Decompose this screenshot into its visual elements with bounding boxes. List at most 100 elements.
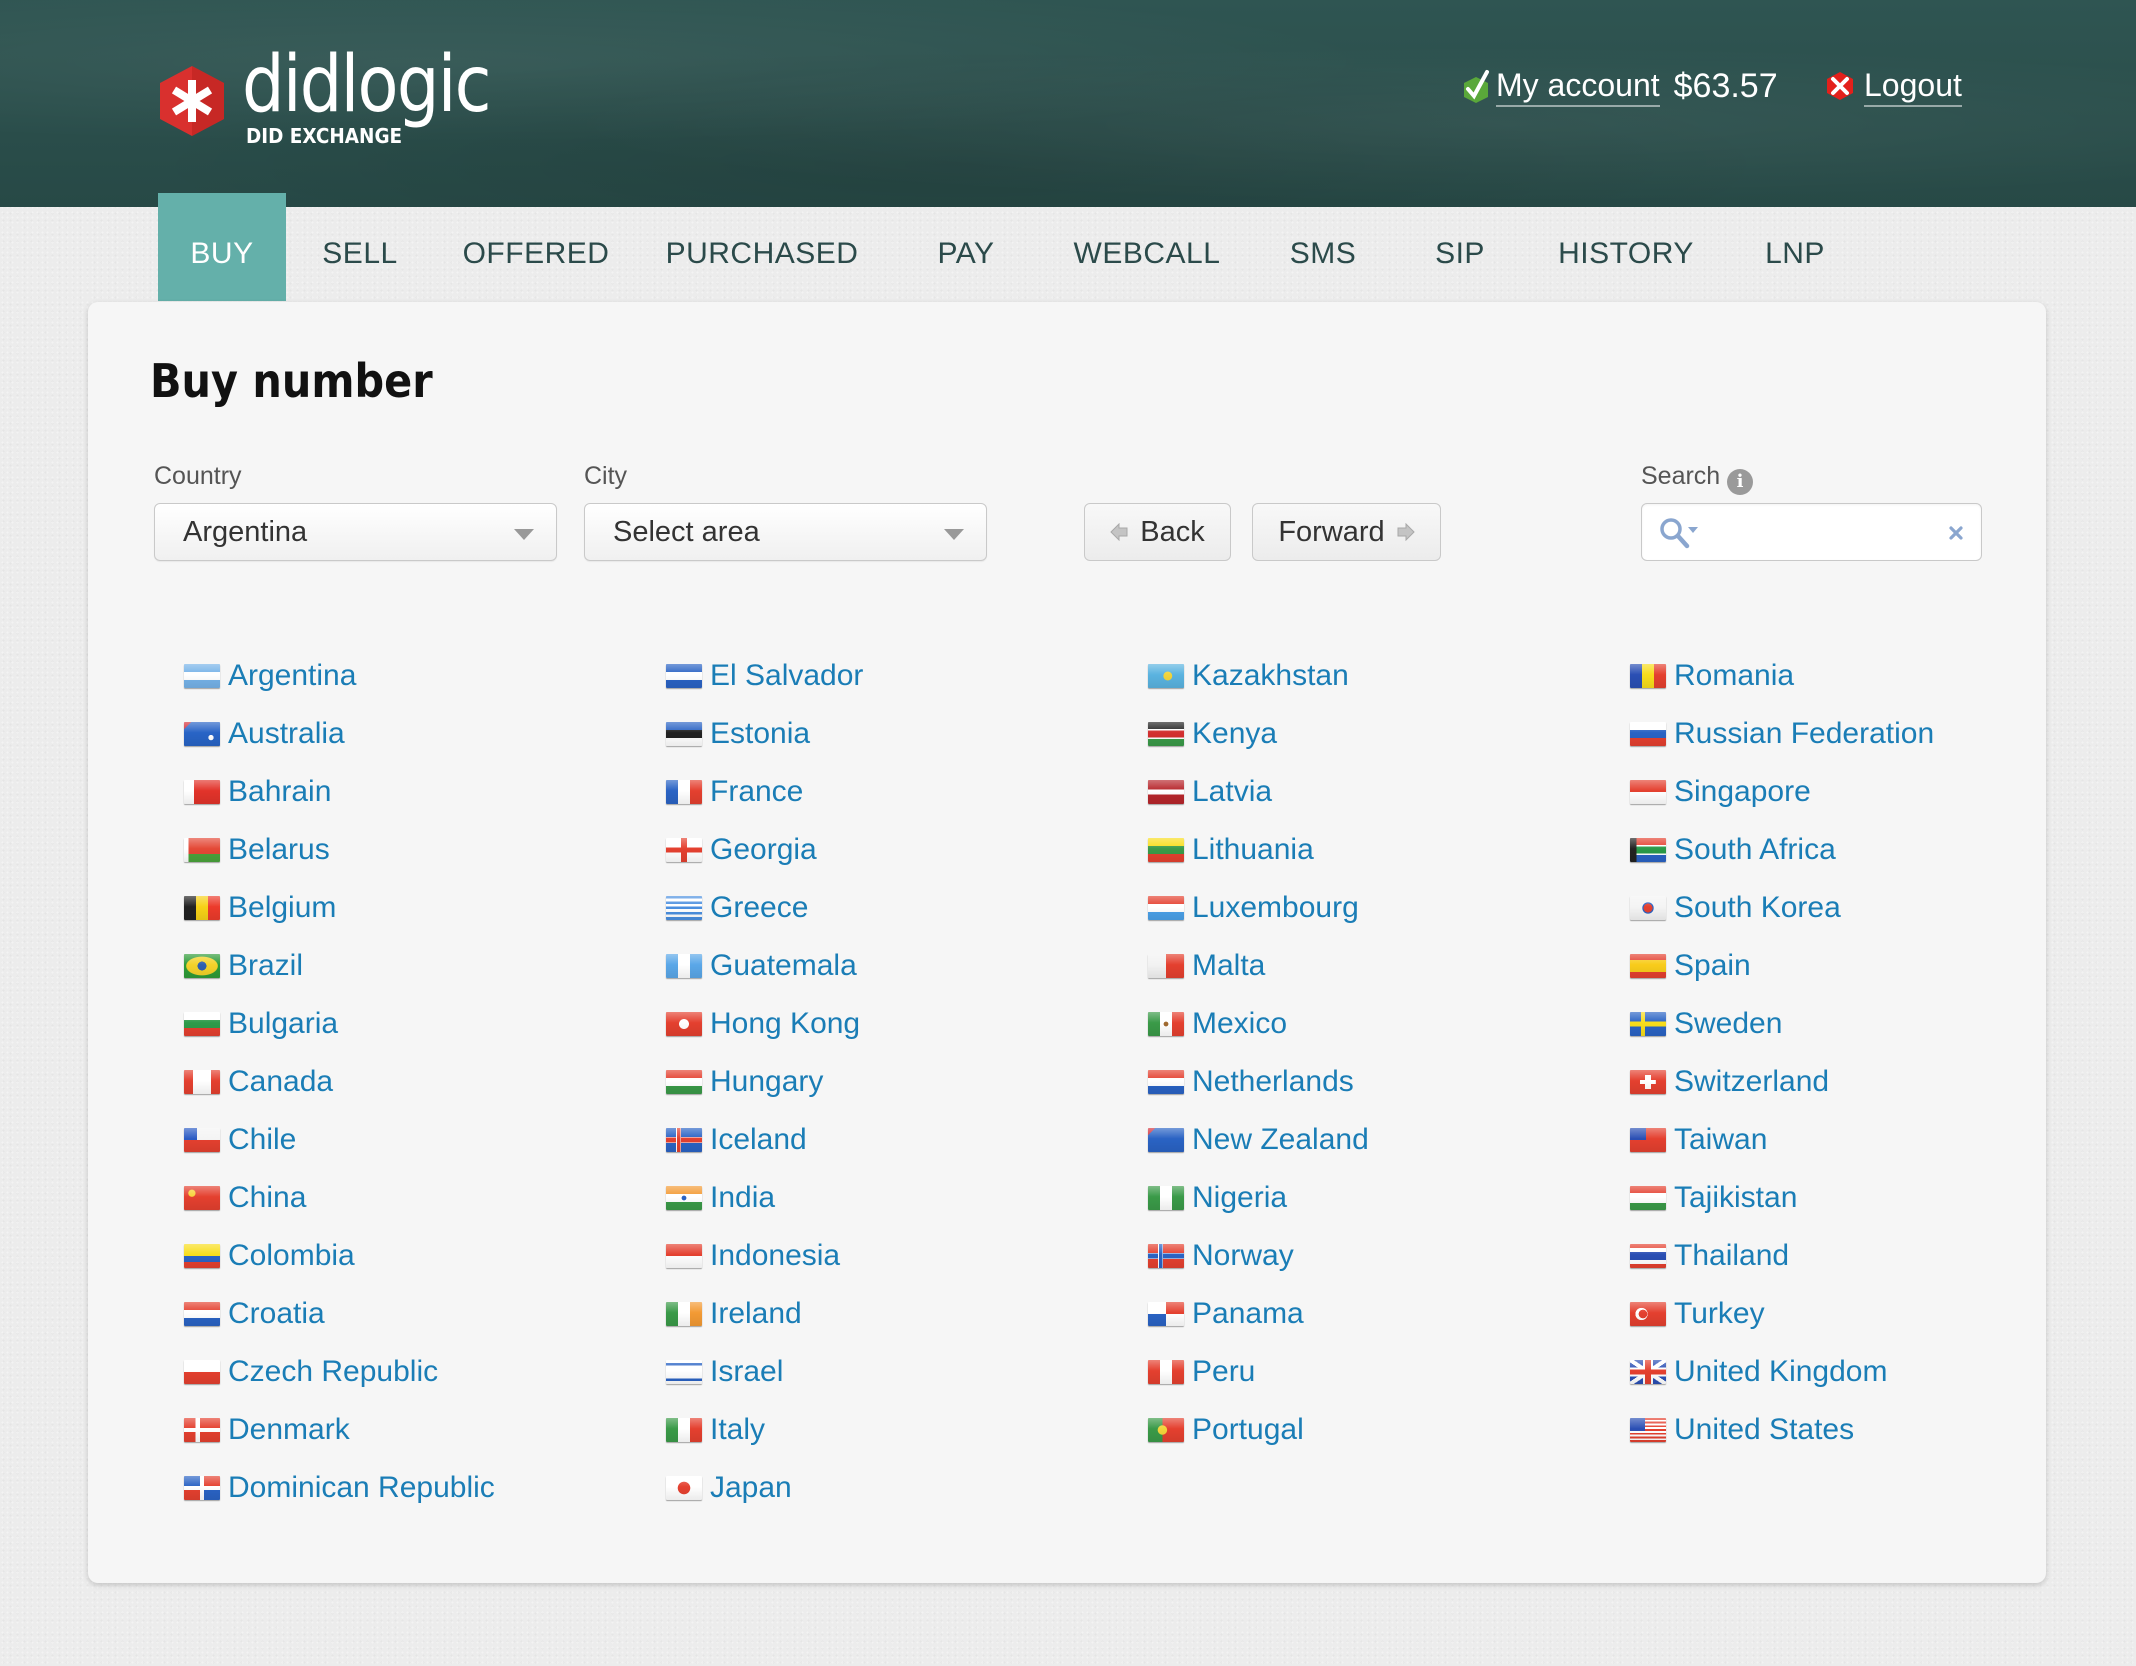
- country-name: Bahrain: [228, 775, 332, 808]
- country-link[interactable]: Panama: [1148, 1285, 1369, 1343]
- flag-icon: [1148, 1012, 1184, 1036]
- country-link[interactable]: France: [666, 763, 863, 821]
- country-link[interactable]: Estonia: [666, 705, 863, 763]
- country-link[interactable]: Dominican Republic: [184, 1459, 495, 1517]
- flag-icon: [1630, 838, 1666, 862]
- country-link[interactable]: Latvia: [1148, 763, 1369, 821]
- country-link[interactable]: Denmark: [184, 1401, 495, 1459]
- country-link[interactable]: Sweden: [1630, 995, 1934, 1053]
- nav-tab-sip[interactable]: SIP: [1398, 193, 1522, 301]
- country-link[interactable]: Guatemala: [666, 937, 863, 995]
- country-name: Taiwan: [1674, 1123, 1768, 1156]
- country-link[interactable]: Canada: [184, 1053, 495, 1111]
- country-link[interactable]: Hong Kong: [666, 995, 863, 1053]
- country-link[interactable]: United Kingdom: [1630, 1343, 1934, 1401]
- forward-button[interactable]: Forward: [1252, 503, 1441, 561]
- logout-link[interactable]: Logout: [1864, 65, 1962, 107]
- search-label: Search: [1641, 462, 1721, 490]
- flag-icon: [1148, 1128, 1184, 1152]
- country-link[interactable]: Belarus: [184, 821, 495, 879]
- country-link[interactable]: Iceland: [666, 1111, 863, 1169]
- country-link[interactable]: Russian Federation: [1630, 705, 1934, 763]
- country-link[interactable]: Italy: [666, 1401, 863, 1459]
- flag-icon: [184, 780, 220, 804]
- nav-tab-sms[interactable]: SMS: [1248, 193, 1398, 301]
- nav-tab-offered[interactable]: OFFERED: [434, 193, 638, 301]
- clear-search-icon[interactable]: [1949, 526, 1963, 540]
- country-link[interactable]: Kenya: [1148, 705, 1369, 763]
- country-link[interactable]: Taiwan: [1630, 1111, 1934, 1169]
- country-link[interactable]: Switzerland: [1630, 1053, 1934, 1111]
- country-link[interactable]: Argentina: [184, 647, 495, 705]
- country-link[interactable]: Thailand: [1630, 1227, 1934, 1285]
- country-link[interactable]: China: [184, 1169, 495, 1227]
- country-link[interactable]: United States: [1630, 1401, 1934, 1459]
- country-link[interactable]: Georgia: [666, 821, 863, 879]
- nav-tab-lnp[interactable]: LNP: [1730, 193, 1860, 301]
- country-link[interactable]: Croatia: [184, 1285, 495, 1343]
- nav-tab-webcall[interactable]: WEBCALL: [1046, 193, 1248, 301]
- nav-tab-buy[interactable]: BUY: [158, 193, 286, 301]
- country-link[interactable]: Chile: [184, 1111, 495, 1169]
- flag-icon: [1630, 780, 1666, 804]
- nav-tab-history[interactable]: HISTORY: [1522, 193, 1730, 301]
- country-link[interactable]: Tajikistan: [1630, 1169, 1934, 1227]
- flag-icon: [1630, 1186, 1666, 1210]
- country-link[interactable]: Colombia: [184, 1227, 495, 1285]
- nav-tab-pay[interactable]: PAY: [886, 193, 1046, 301]
- country-name: United Kingdom: [1674, 1355, 1888, 1388]
- country-link[interactable]: Spain: [1630, 937, 1934, 995]
- country-link[interactable]: Singapore: [1630, 763, 1934, 821]
- country-link[interactable]: Israel: [666, 1343, 863, 1401]
- nav-tab-purchased[interactable]: PURCHASED: [638, 193, 886, 301]
- country-link[interactable]: Peru: [1148, 1343, 1369, 1401]
- country-link[interactable]: Lithuania: [1148, 821, 1369, 879]
- country-link[interactable]: Romania: [1630, 647, 1934, 705]
- country-link[interactable]: India: [666, 1169, 863, 1227]
- back-button[interactable]: Back: [1084, 503, 1231, 561]
- country-name: Belgium: [228, 891, 337, 924]
- country-link[interactable]: Brazil: [184, 937, 495, 995]
- country-name: Dominican Republic: [228, 1471, 495, 1504]
- country-link[interactable]: Japan: [666, 1459, 863, 1517]
- country-select[interactable]: Argentina: [154, 503, 557, 561]
- flag-icon: [1630, 896, 1666, 920]
- country-link[interactable]: South Korea: [1630, 879, 1934, 937]
- main-nav: BUY SELL OFFERED PURCHASED PAY WEBCALL S…: [158, 193, 1860, 301]
- country-link[interactable]: Mexico: [1148, 995, 1369, 1053]
- country-name: Iceland: [710, 1123, 807, 1156]
- flag-icon: [184, 1186, 220, 1210]
- country-link[interactable]: New Zealand: [1148, 1111, 1369, 1169]
- city-select[interactable]: Select area: [584, 503, 987, 561]
- country-link[interactable]: Kazakhstan: [1148, 647, 1369, 705]
- info-icon[interactable]: i: [1727, 469, 1753, 495]
- country-link[interactable]: Belgium: [184, 879, 495, 937]
- country-link[interactable]: Indonesia: [666, 1227, 863, 1285]
- country-link[interactable]: Norway: [1148, 1227, 1369, 1285]
- country-link[interactable]: Hungary: [666, 1053, 863, 1111]
- country-link[interactable]: Bulgaria: [184, 995, 495, 1053]
- country-link[interactable]: Netherlands: [1148, 1053, 1369, 1111]
- flag-icon: [666, 954, 702, 978]
- country-link[interactable]: Nigeria: [1148, 1169, 1369, 1227]
- country-name: Colombia: [228, 1239, 355, 1272]
- red-x-icon: [1827, 72, 1853, 100]
- search-input[interactable]: [1708, 512, 1928, 552]
- country-link[interactable]: Czech Republic: [184, 1343, 495, 1401]
- country-link[interactable]: El Salvador: [666, 647, 863, 705]
- country-link[interactable]: Greece: [666, 879, 863, 937]
- flag-icon: [184, 954, 220, 978]
- country-link[interactable]: Luxembourg: [1148, 879, 1369, 937]
- nav-tab-sell[interactable]: SELL: [286, 193, 434, 301]
- country-link[interactable]: Portugal: [1148, 1401, 1369, 1459]
- my-account-link[interactable]: My account: [1496, 65, 1660, 107]
- logo[interactable]: didlogic DID EXCHANGE: [158, 46, 492, 158]
- search-icon[interactable]: [1658, 516, 1704, 550]
- country-link[interactable]: Turkey: [1630, 1285, 1934, 1343]
- country-link[interactable]: Australia: [184, 705, 495, 763]
- country-link[interactable]: Bahrain: [184, 763, 495, 821]
- country-link[interactable]: Malta: [1148, 937, 1369, 995]
- logo-tagline: DID EXCHANGE: [246, 124, 403, 148]
- country-link[interactable]: Ireland: [666, 1285, 863, 1343]
- country-link[interactable]: South Africa: [1630, 821, 1934, 879]
